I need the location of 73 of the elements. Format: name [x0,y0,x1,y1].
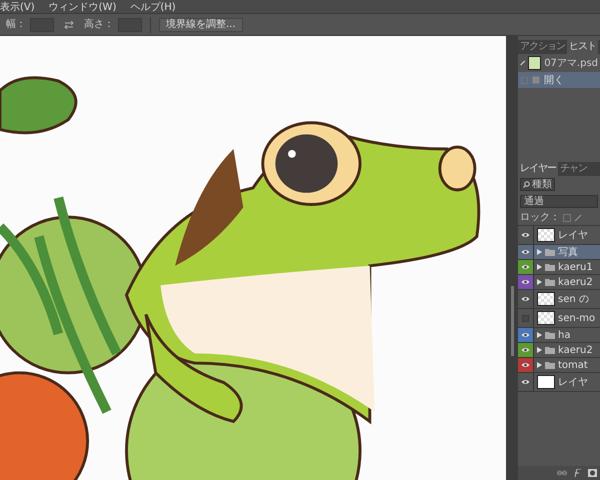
eye-icon [521,249,530,255]
layer-row[interactable]: kaeru2 [518,275,600,290]
layer-name: レイヤ [558,376,588,390]
layer-name: 写真 [558,246,578,260]
expand-arrow-icon[interactable] [537,332,542,338]
layer-name: kaeru2 [558,344,593,358]
eye-icon [521,296,530,302]
swap-icon[interactable] [64,20,74,28]
hidden-box-icon [522,314,529,322]
visibility-toggle[interactable] [518,260,534,274]
visibility-toggle[interactable] [518,275,534,289]
layer-row[interactable]: kaeru1 [518,260,600,275]
eye-icon [521,232,530,238]
expand-arrow-icon[interactable] [537,264,542,270]
checkbox[interactable] [521,76,528,84]
mask-icon[interactable] [588,469,597,477]
link-icon[interactable] [557,470,567,476]
layer-row[interactable]: tomat [518,358,600,373]
search-icon [523,181,530,188]
eye-icon [521,279,530,285]
scrollbar-thumb[interactable] [510,286,514,356]
panel-tab[interactable]: アクション [518,40,567,54]
layer-name: レイヤ [558,228,588,242]
menu-item[interactable]: 表示(V) [0,2,35,13]
panel-tab[interactable]: レイヤー [518,162,558,176]
layer-row[interactable]: sen-mo [518,309,600,328]
eye-icon [521,264,530,270]
layer-name: tomat [558,358,588,372]
layer-name: sen-mo [558,312,596,326]
blend-mode-dropdown[interactable]: 通過 [520,195,598,208]
layer-style-icon[interactable] [573,469,582,477]
lock-pixels-icon[interactable] [563,214,571,222]
layer-row[interactable]: 写真 [518,245,600,260]
width-label: 幅： [6,18,26,32]
brush-icon [520,59,526,67]
layer-name: kaeru1 [558,260,593,274]
state-label: 開く [544,74,564,88]
brush-icon[interactable] [574,214,582,222]
layer-name: kaeru2 [558,276,593,290]
visibility-toggle[interactable] [518,358,534,372]
panel-tab[interactable]: チャン [558,162,589,176]
eye-icon [521,332,530,338]
lock-label: ロック： [520,211,560,225]
filter-value: 種類 [532,178,552,190]
expand-arrow-icon[interactable] [537,347,542,353]
layer-thumbnail [537,375,555,389]
document-icon [532,76,540,84]
expand-arrow-icon[interactable] [537,249,542,255]
height-label: 高さ： [84,18,114,32]
expand-arrow-icon[interactable] [537,279,542,285]
snapshot-name[interactable]: 07アマ.psd [544,56,598,70]
layer-thumbnail [537,311,555,325]
menu-item[interactable]: ウィンドウ(W) [48,2,116,13]
eye-icon [521,347,530,353]
snapshot-thumbnail [528,56,542,70]
visibility-toggle[interactable] [518,343,534,357]
menu-item[interactable]: ヘルプ(H) [130,2,176,13]
layer-row[interactable]: sen の [518,290,600,309]
filter-dropdown[interactable]: 種類 [520,178,555,191]
expand-arrow-icon[interactable] [537,362,542,368]
panel-tab[interactable]: ヒスト [567,40,598,54]
layer-name: sen の [558,292,589,306]
layer-row[interactable]: ha [518,328,600,343]
eye-icon [521,362,530,368]
layer-row[interactable]: kaeru2 [518,343,600,358]
eye-icon [521,379,530,385]
layer-name: ha [558,328,570,342]
refine-edge-button[interactable]: 境界線を調整... [159,18,243,32]
visibility-toggle[interactable] [518,328,534,342]
layer-row[interactable]: レイヤ [518,373,600,392]
layer-thumbnail [537,292,555,306]
layer-thumbnail [537,228,555,242]
history-state[interactable]: 開く [518,72,600,88]
